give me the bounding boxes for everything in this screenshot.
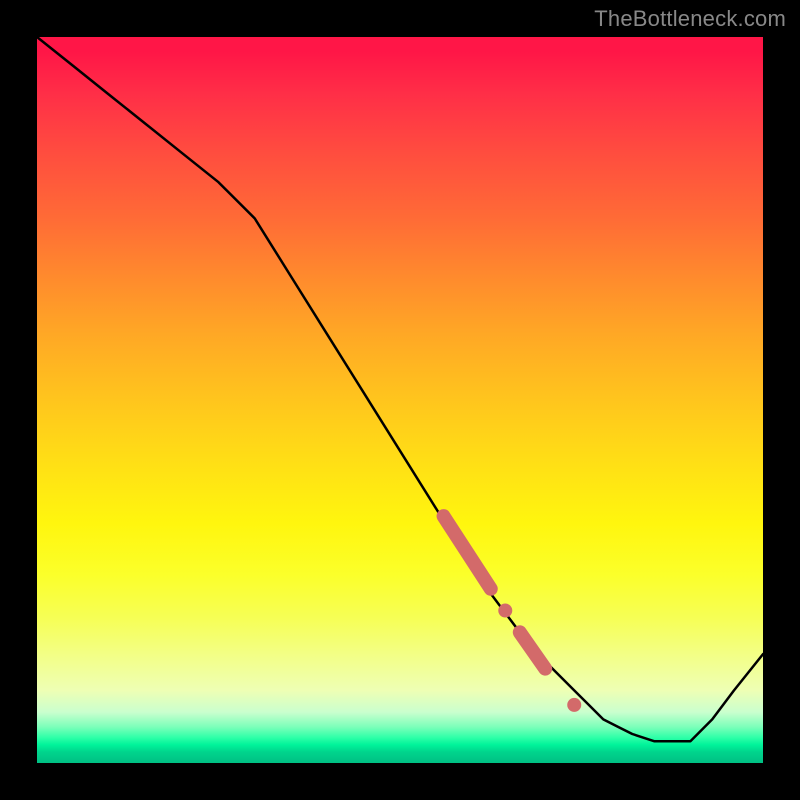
chart-svg	[37, 37, 763, 763]
segment-a	[444, 516, 491, 589]
plot-area	[37, 37, 763, 763]
curve-line	[37, 37, 763, 741]
dot-b	[498, 604, 512, 618]
segment-c	[520, 632, 545, 668]
watermark-text: TheBottleneck.com	[594, 6, 786, 32]
chart-frame: TheBottleneck.com	[0, 0, 800, 800]
dot-d	[567, 698, 581, 712]
